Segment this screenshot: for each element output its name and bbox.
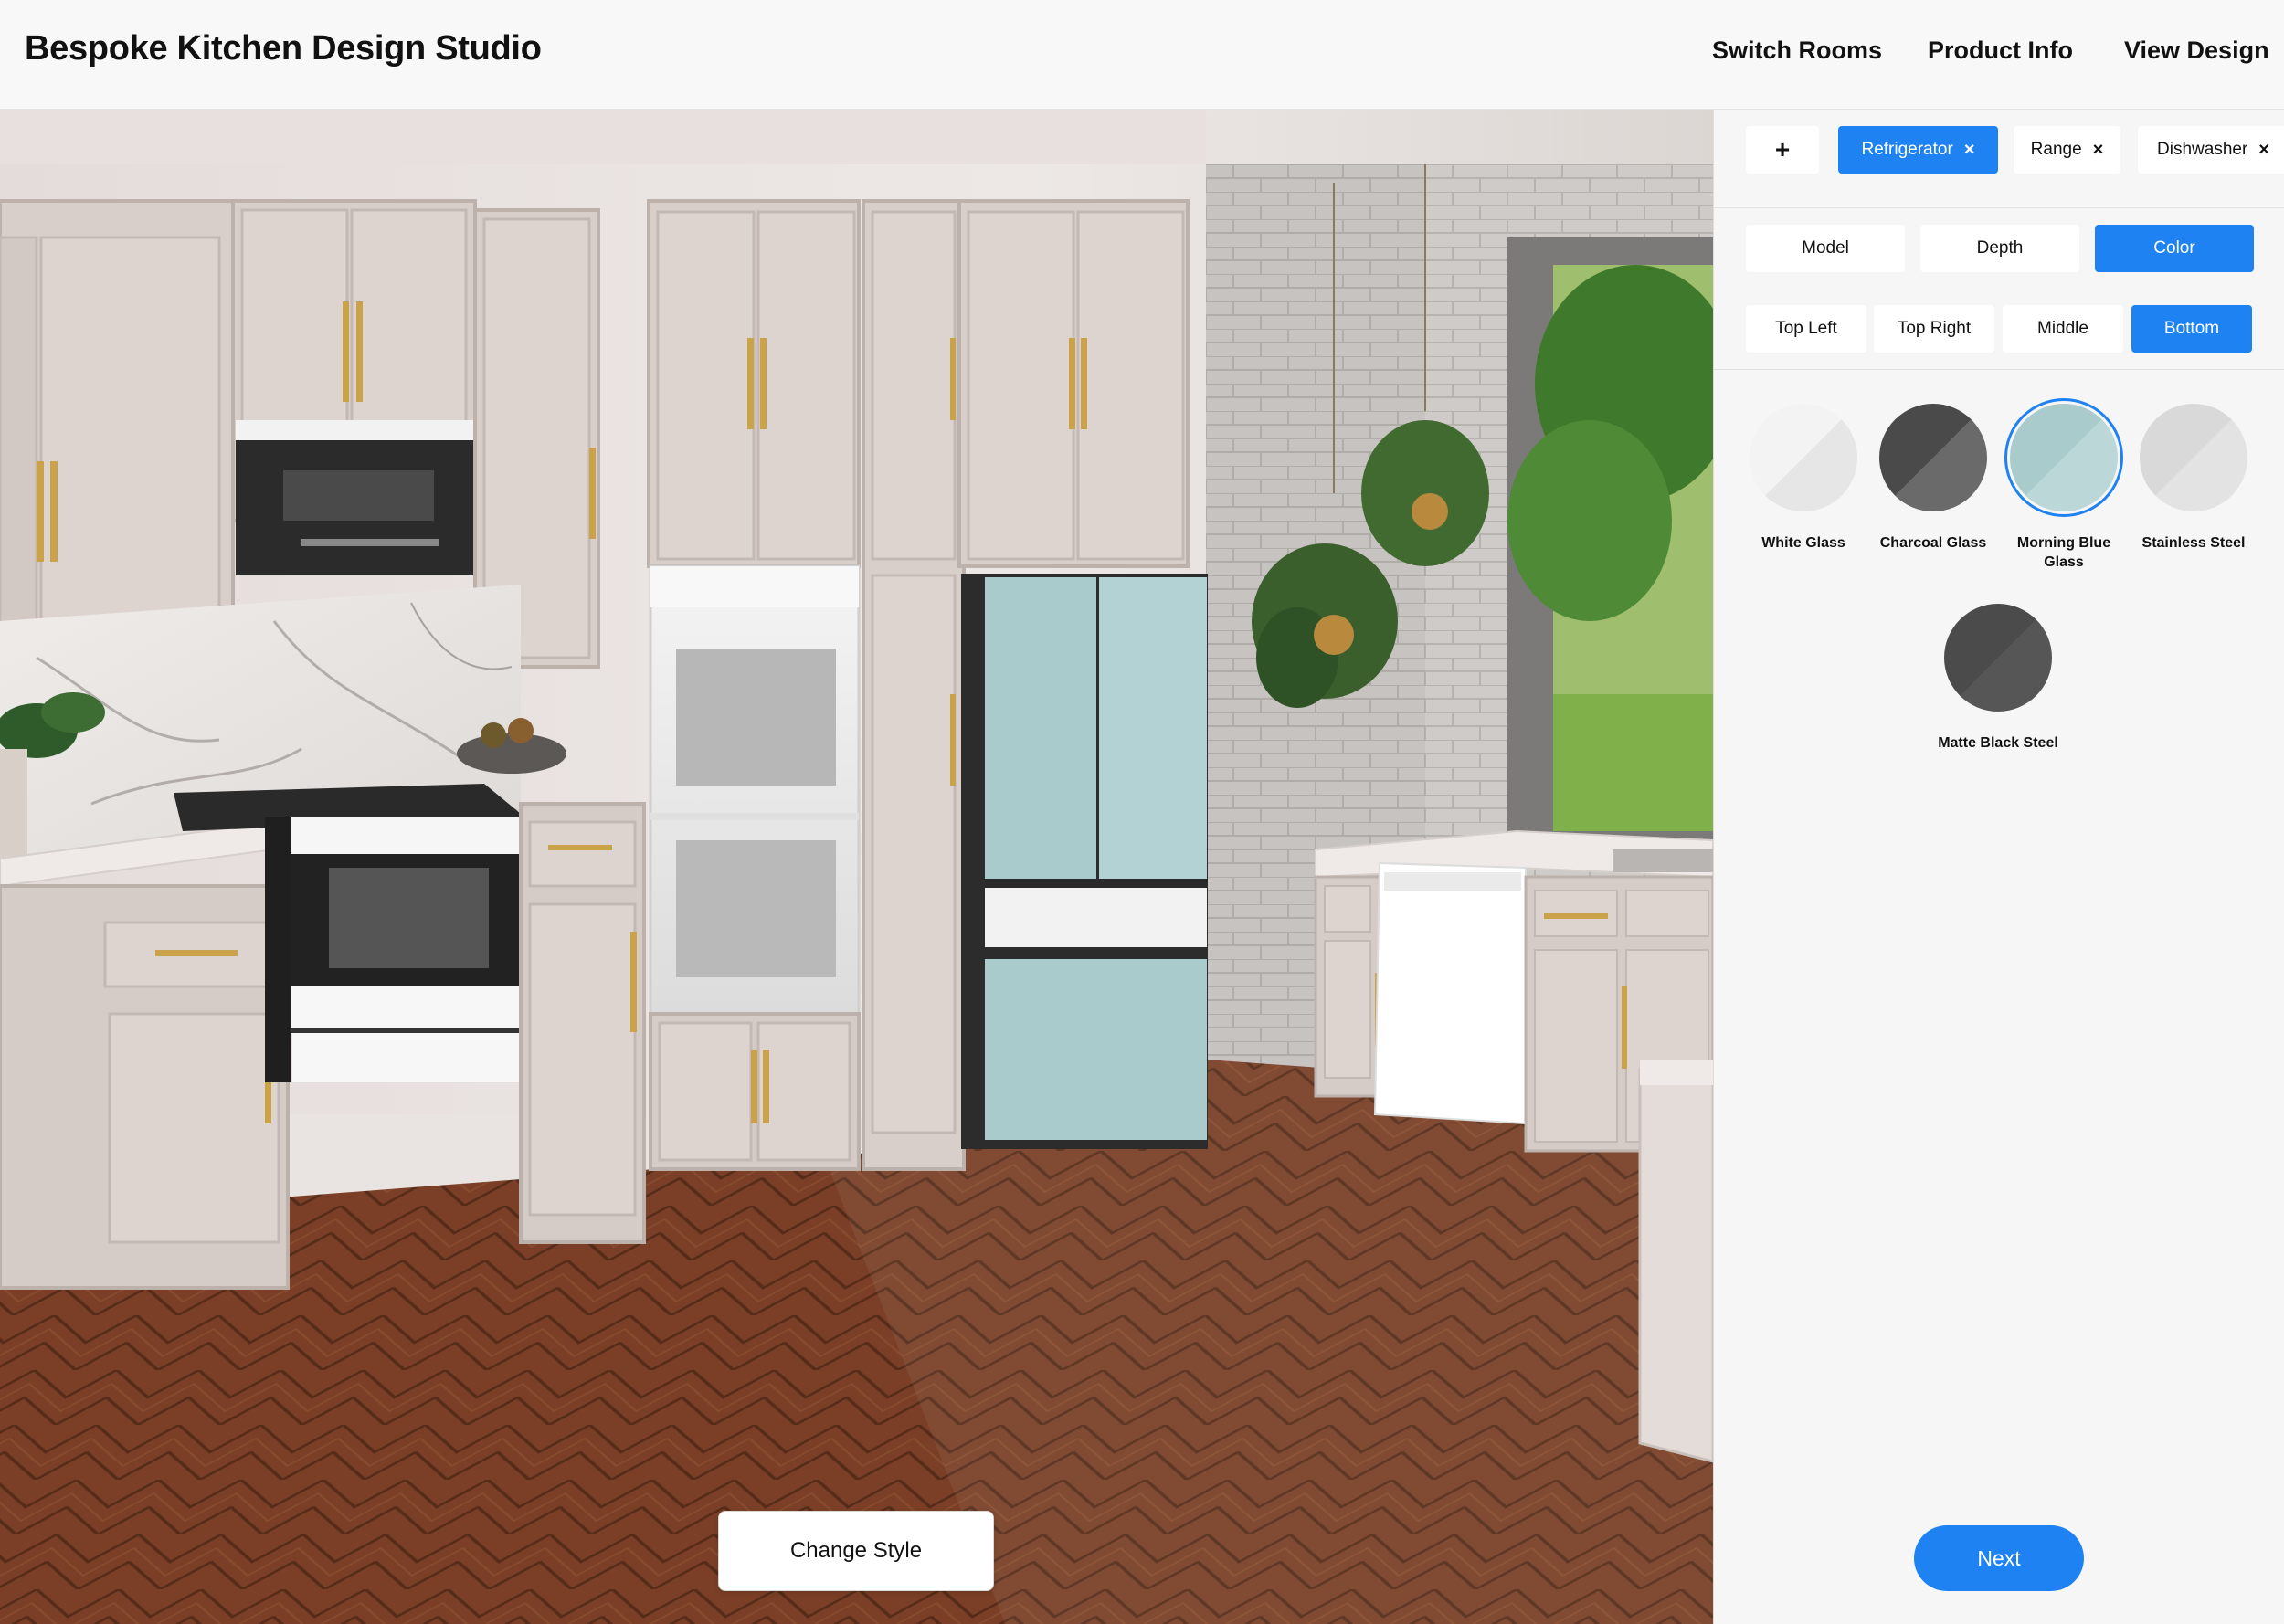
swatch-charcoal-glass[interactable]: Charcoal Glass [1869, 404, 1997, 553]
swatch-morning-blue-glass[interactable]: Morning Blue Glass [2000, 398, 2128, 572]
panel-top-left[interactable]: Top Left [1746, 305, 1866, 353]
next-button[interactable]: Next [1914, 1525, 2084, 1591]
nav-view-design[interactable]: View Design [2124, 37, 2269, 65]
panel-middle[interactable]: Middle [2003, 305, 2123, 353]
swatch-stainless-steel[interactable]: Stainless Steel [2130, 404, 2258, 553]
swatch-label: White Glass [1761, 535, 1845, 551]
option-depth[interactable]: Depth [1920, 225, 2079, 272]
swatch-color [1750, 404, 1857, 511]
swatch-white-glass[interactable]: White Glass [1739, 404, 1867, 553]
swatch-color [1944, 604, 2052, 712]
change-style-button[interactable]: Change Style [718, 1511, 994, 1591]
nav-switch-rooms[interactable]: Switch Rooms [1712, 37, 1882, 65]
tab-range[interactable]: Range × [2014, 126, 2120, 174]
tab-dishwasher[interactable]: Dishwasher × [2138, 126, 2284, 174]
app-header: Bespoke Kitchen Design Studio Switch Roo… [0, 0, 2284, 110]
swatch-matte-black-steel[interactable]: Matte Black Steel [1934, 604, 2062, 753]
option-model[interactable]: Model [1746, 225, 1905, 272]
close-icon[interactable]: × [2093, 140, 2104, 161]
kitchen-render: Change Style [0, 110, 1713, 1624]
customization-panel: + Refrigerator × Range × Dishwasher × Mo… [1713, 110, 2284, 1624]
tab-label: Range [2030, 140, 2082, 159]
add-appliance-button[interactable]: + [1746, 126, 1819, 174]
appliance-tab-row: + Refrigerator × Range × Dishwasher × [1714, 110, 2284, 208]
swatch-label: Morning Blue Glass [2016, 535, 2111, 570]
swatch-label: Stainless Steel [2141, 535, 2246, 551]
panel-top-right[interactable]: Top Right [1874, 305, 1994, 353]
close-icon[interactable]: × [1964, 140, 1975, 161]
tab-label: Dishwasher [2157, 140, 2248, 159]
swatch-label: Matte Black Steel [1938, 735, 2058, 751]
app-title: Bespoke Kitchen Design Studio [25, 29, 542, 68]
tab-label: Refrigerator [1861, 140, 1953, 159]
panel-divider [1714, 369, 2284, 370]
close-icon[interactable]: × [2258, 140, 2269, 161]
swatch-label: Charcoal Glass [1879, 535, 1987, 551]
option-color[interactable]: Color [2095, 225, 2254, 272]
nav-product-info[interactable]: Product Info [1928, 37, 2073, 65]
swatch-color [2140, 404, 2247, 511]
swatch-color [1879, 404, 1987, 511]
panel-bottom[interactable]: Bottom [2131, 305, 2252, 353]
tab-refrigerator[interactable]: Refrigerator × [1838, 126, 1998, 174]
swatch-color [2004, 398, 2123, 517]
plus-icon: + [1774, 135, 1791, 163]
kitchen-illustration [0, 110, 1713, 1624]
